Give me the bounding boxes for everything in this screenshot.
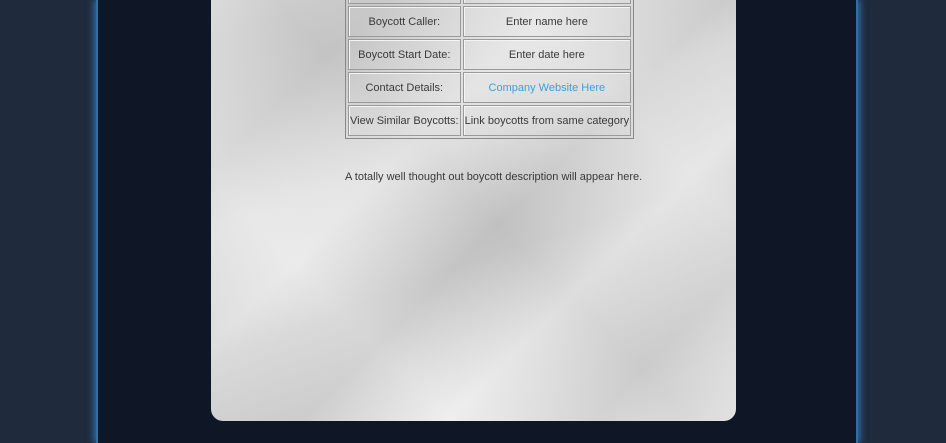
start-date-value: Enter date here	[462, 39, 632, 70]
boycott-details-table: Boycott Caller: Enter name here Boycott …	[345, 0, 635, 139]
caller-label: Boycott Caller:	[348, 6, 461, 37]
table-row-similar: View Similar Boycotts: Link boycotts fro…	[348, 105, 632, 136]
contact-cell: Company Website Here	[462, 72, 632, 103]
table-row-partial	[348, 0, 632, 4]
page-background: Boycott Caller: Enter name here Boycott …	[0, 0, 946, 443]
table-row-caller: Boycott Caller: Enter name here	[348, 6, 632, 37]
caller-value: Enter name here	[462, 6, 632, 37]
similar-boycotts-label: View Similar Boycotts:	[348, 105, 461, 136]
content-panel: Boycott Caller: Enter name here Boycott …	[211, 0, 736, 421]
table-cell	[348, 0, 461, 4]
table-cell	[462, 0, 632, 4]
company-website-link[interactable]: Company Website Here	[489, 82, 606, 94]
contact-label: Contact Details:	[348, 72, 461, 103]
table-row-start-date: Boycott Start Date: Enter date here	[348, 39, 632, 70]
start-date-label: Boycott Start Date:	[348, 39, 461, 70]
similar-boycotts-value: Link boycotts from same category	[462, 105, 632, 136]
boycott-description: A totally well thought out boycott descr…	[345, 171, 643, 183]
table-row-contact: Contact Details: Company Website Here	[348, 72, 632, 103]
